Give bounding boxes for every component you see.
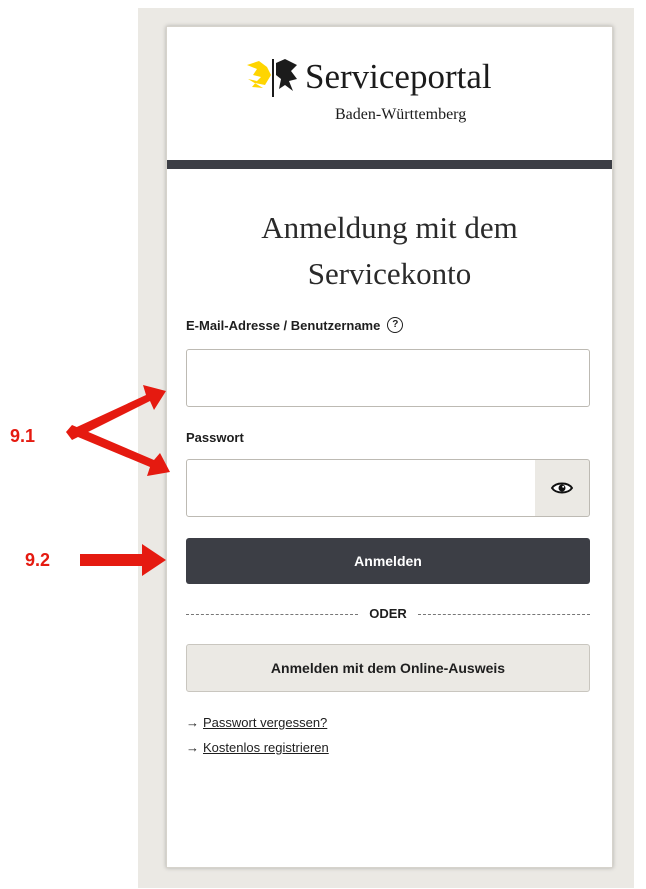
portal-title: Serviceportal: [305, 57, 492, 96]
forgot-password-link[interactable]: Passwort vergessen?: [203, 715, 327, 730]
or-divider: ODER: [186, 606, 590, 622]
arrow-right-icon: →: [186, 715, 199, 730]
divider-line-right: [418, 614, 590, 615]
login-submit-button[interactable]: Anmelden: [186, 538, 590, 584]
lion-logo-icon: [247, 59, 297, 97]
login-card: Serviceportal Baden-Württemberg Anmeldun…: [166, 26, 613, 868]
arrow-right-icon: →: [186, 740, 199, 755]
page-title-line-1: Anmeldung mit dem: [261, 210, 518, 245]
question-circle-icon[interactable]: ?: [387, 316, 404, 333]
register-row: → Kostenlos registrieren: [186, 740, 329, 755]
annotation-label-9-2: 9.2: [25, 550, 51, 570]
portal-subtitle: Baden-Württemberg: [335, 106, 467, 123]
eye-icon: [551, 482, 573, 494]
page-title: Anmeldung mit dem Servicekonto: [167, 205, 612, 297]
register-link[interactable]: Kostenlos registrieren: [203, 740, 329, 755]
password-label: Passwort: [186, 430, 244, 445]
password-field[interactable]: [186, 459, 536, 517]
online-id-login-button[interactable]: Anmelden mit dem Online-Ausweis: [186, 644, 590, 692]
email-field[interactable]: [186, 349, 590, 407]
portal-logo[interactable]: Serviceportal Baden-Württemberg: [245, 55, 545, 135]
page-title-line-2: Servicekonto: [307, 256, 472, 291]
screenshot-stage: Serviceportal Baden-Württemberg Anmeldun…: [0, 0, 646, 889]
annotation-label-9-1: 9.1: [10, 426, 36, 446]
show-password-button[interactable]: [535, 459, 590, 517]
email-label: E-Mail-Adresse / Benutzername?: [186, 316, 404, 335]
forgot-password-row: → Passwort vergessen?: [186, 715, 327, 730]
header-divider-band: [167, 160, 612, 169]
email-label-text: E-Mail-Adresse / Benutzername: [186, 318, 381, 333]
